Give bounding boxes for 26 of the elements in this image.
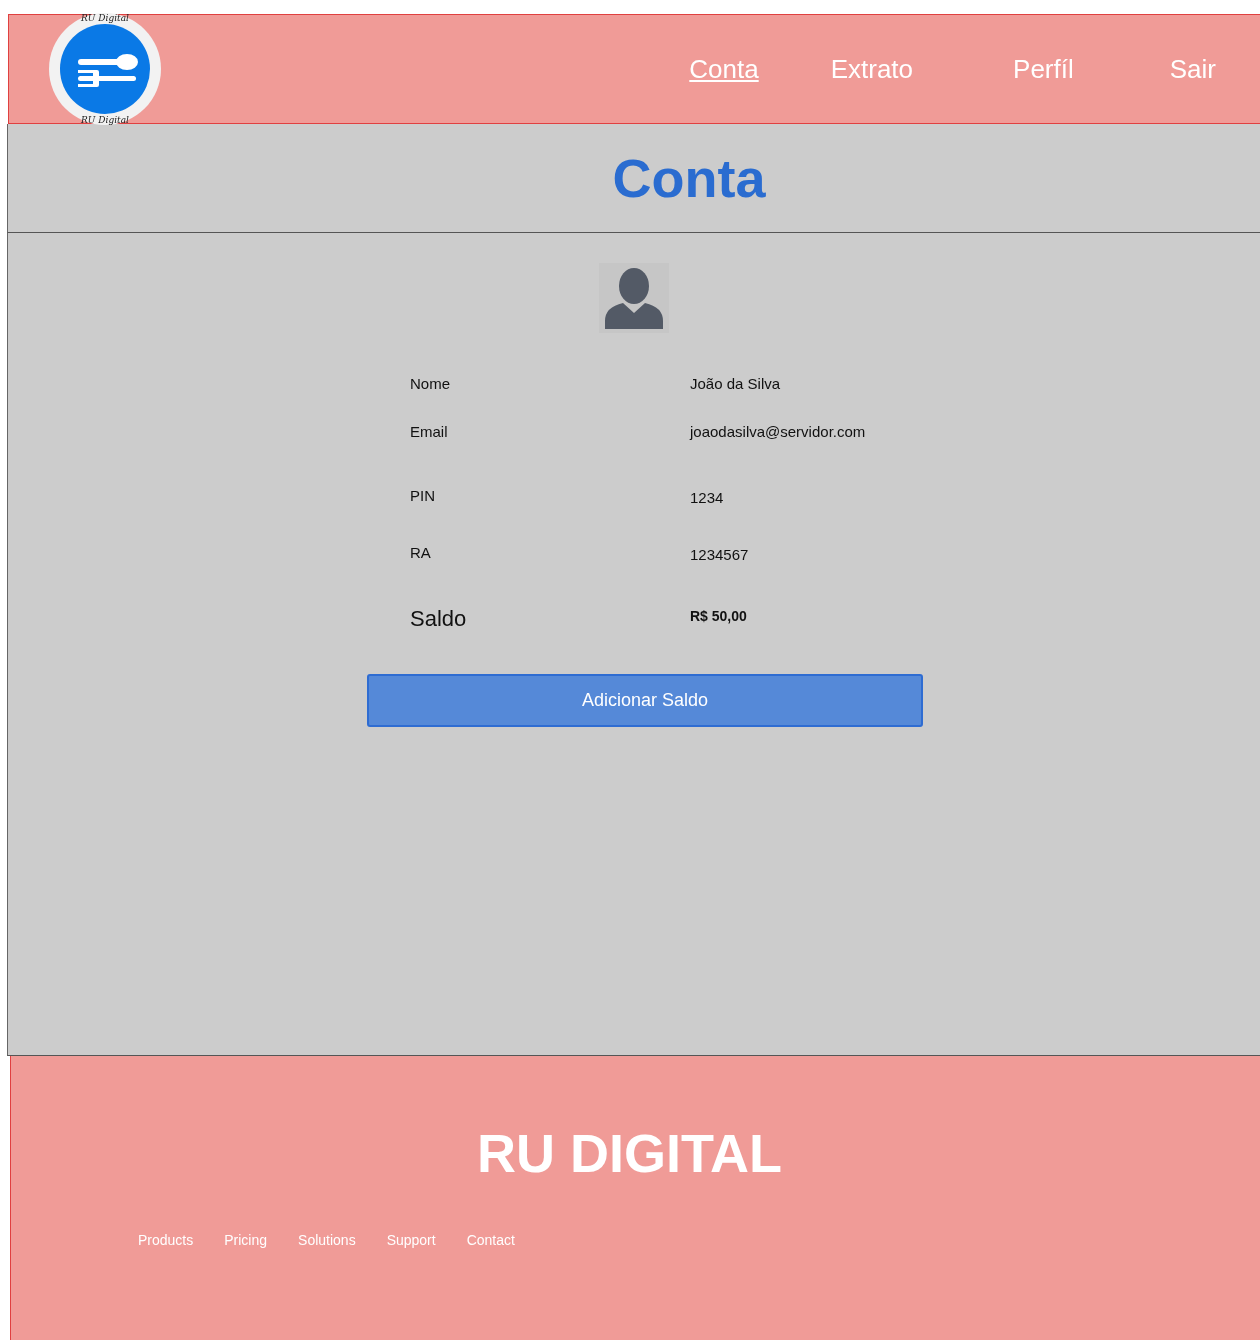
page-title: Conta: [612, 147, 766, 209]
field-value: 1234: [690, 488, 724, 506]
field-value: R$ 50,00: [690, 607, 747, 624]
nav-link[interactable]: Sair: [1169, 53, 1216, 85]
user-avatar-icon: [599, 263, 669, 333]
add-balance-button[interactable]: Adicionar Saldo: [367, 674, 923, 727]
nav-link[interactable]: Perfíl: [1013, 53, 1074, 85]
field-label: PIN: [410, 487, 435, 504]
footer-link[interactable]: Solutions: [298, 1232, 356, 1248]
field-value: João da Silva: [690, 375, 781, 392]
nav-link[interactable]: Extrato: [830, 53, 914, 85]
nav-link[interactable]: Conta: [689, 53, 759, 85]
footer-link[interactable]: Support: [386, 1232, 436, 1248]
footer-title: RU DIGITAL: [476, 1122, 783, 1184]
footer-link[interactable]: Pricing: [224, 1232, 268, 1248]
logo-text: RU Digital: [81, 115, 129, 125]
field-label: RA: [410, 544, 431, 561]
field-label: Nome: [410, 375, 450, 392]
field-value: joaodasilva@servidor.com: [690, 423, 866, 440]
logo-text: RU Digital: [81, 13, 129, 23]
footer-link[interactable]: Products: [138, 1232, 194, 1248]
field-label: Saldo: [410, 606, 467, 632]
field-value: 1234567: [690, 545, 749, 563]
field-label: Email: [410, 423, 448, 440]
footer-link[interactable]: Contact: [466, 1232, 515, 1248]
fork-spoon-logo-icon: [49, 13, 161, 125]
